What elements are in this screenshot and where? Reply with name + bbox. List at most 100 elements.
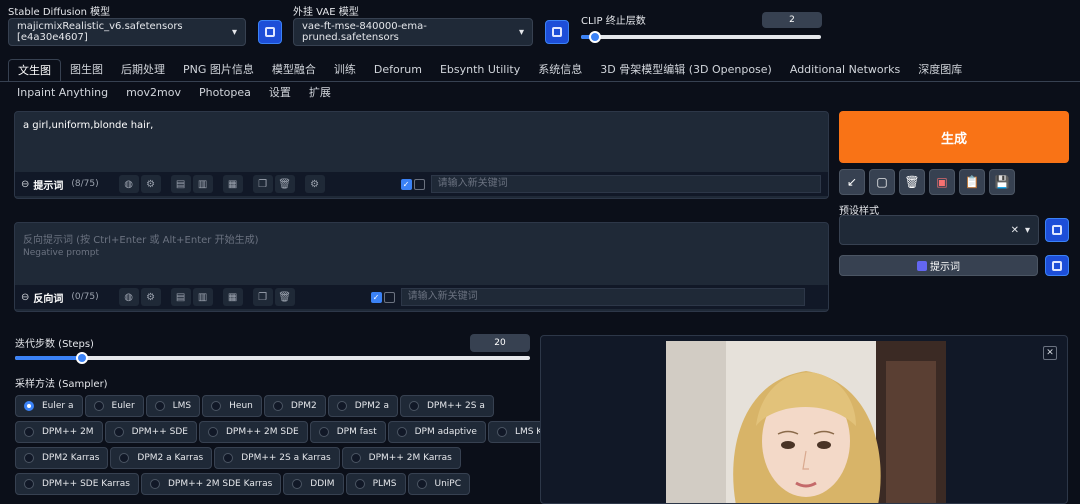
sampler-option[interactable]: DPM2 a — [327, 395, 398, 417]
tab-0[interactable]: 文生图 — [8, 59, 61, 81]
sampler-option[interactable]: DPM++ 2M SDE Karras — [140, 473, 282, 495]
export-icon[interactable]: ▥ — [192, 175, 213, 193]
sampler-option[interactable]: DPM fast — [309, 421, 386, 443]
tab-7[interactable]: Ebsynth Utility — [431, 59, 529, 81]
sampler-option[interactable]: DPM++ 2S a Karras — [214, 447, 340, 469]
sampler-option[interactable]: DPM++ 2M Karras — [341, 447, 461, 469]
refresh-vae-button[interactable] — [545, 20, 569, 44]
tab-8[interactable]: 系统信息 — [529, 59, 591, 81]
tab-11[interactable]: 深度图库 — [909, 59, 971, 81]
collapse-icon[interactable]: ⊖ — [21, 179, 29, 190]
gear-icon[interactable]: ⚙ — [140, 175, 161, 193]
tab-4[interactable]: 模型融合 — [263, 59, 325, 81]
clip-slider[interactable] — [581, 31, 821, 43]
grid-icon[interactable]: ▦ — [222, 288, 243, 306]
sampler-option[interactable]: DPM++ 2S a — [399, 395, 494, 417]
clip-slider-track[interactable] — [581, 31, 821, 43]
trash-icon[interactable]: 🗑 — [899, 169, 925, 195]
refresh-styles-button[interactable] — [1045, 218, 1069, 242]
refresh-prompt-button[interactable] — [1045, 255, 1069, 276]
clip-slider-knob[interactable] — [589, 31, 602, 43]
tab-extra-4[interactable]: 扩展 — [300, 82, 340, 104]
clip-value-input[interactable]: 2 — [762, 12, 822, 28]
tab-10[interactable]: Additional Networks — [781, 59, 909, 81]
prompt-textarea[interactable]: a girl,uniform,blonde hair, — [15, 112, 828, 172]
collapse-icon[interactable]: ⊖ — [21, 292, 29, 303]
sampler-option[interactable]: DPM2 — [263, 395, 326, 417]
clipboard-icon[interactable]: 📋 — [959, 169, 985, 195]
sampler-option[interactable]: LMS — [145, 395, 201, 417]
export-icon[interactable]: ▥ — [192, 288, 213, 306]
sampler-option[interactable]: Euler a — [15, 395, 83, 417]
tab-1[interactable]: 图生图 — [61, 59, 112, 81]
close-icon[interactable]: ✕ — [1043, 346, 1057, 360]
picture-icon[interactable]: ▣ — [929, 169, 955, 195]
sampler-option-label: DPM++ SDE Karras — [42, 479, 130, 489]
tab-6[interactable]: Deforum — [365, 59, 431, 81]
sampler-option[interactable]: Heun — [202, 395, 262, 417]
styles-select[interactable]: ✕ ▾ — [839, 215, 1039, 245]
tab-extra-0[interactable]: Inpaint Anything — [8, 82, 117, 104]
tab-3[interactable]: PNG 图片信息 — [174, 59, 263, 81]
model-select[interactable]: majicmixRealistic_v6.safetensors [e4a30e… — [8, 18, 246, 46]
prompt-keyword-input[interactable]: 请输入新关键词 — [430, 175, 821, 193]
sampler-option[interactable]: DPM2 Karras — [15, 447, 109, 469]
radio-icon — [496, 427, 507, 437]
sparkle-icon — [917, 260, 927, 271]
tab-extra-2[interactable]: Photopea — [190, 82, 260, 104]
page-icon[interactable]: ▢ — [869, 169, 895, 195]
output-gallery: ✕ — [540, 335, 1068, 504]
sampler-option[interactable]: DDIM — [283, 473, 344, 495]
checkbox-icon[interactable]: ✓ — [370, 291, 382, 303]
settings-icon[interactable]: ⚙ — [304, 175, 325, 193]
tab-9[interactable]: 3D 骨架模型编辑 (3D Openpose) — [591, 59, 781, 81]
sampler-option-label: DPM++ 2M — [42, 427, 94, 437]
vae-select[interactable]: vae-ft-mse-840000-ema-pruned.safetensors… — [293, 18, 533, 46]
sampler-option[interactable]: DPM2 a Karras — [110, 447, 213, 469]
checkbox-empty-icon[interactable] — [413, 178, 425, 190]
refresh-model-button[interactable] — [258, 20, 282, 44]
checkbox-empty-icon[interactable] — [383, 291, 395, 303]
negative-prompt-textarea[interactable]: 反向提示词 (按 Ctrl+Enter 或 Alt+Enter 开始生成) Ne… — [15, 223, 828, 285]
trash-icon[interactable]: 🗑 — [274, 175, 295, 193]
globe-icon[interactable]: ◍ — [118, 175, 139, 193]
sampler-option[interactable]: DPM++ SDE — [104, 421, 197, 443]
trash-icon[interactable]: 🗑 — [274, 288, 295, 306]
gear-icon[interactable]: ⚙ — [140, 288, 161, 306]
import-icon[interactable]: ▤ — [170, 175, 191, 193]
tab-5[interactable]: 训练 — [325, 59, 365, 81]
steps-slider-track[interactable] — [15, 352, 530, 364]
sampler-option[interactable]: DPM++ 2M SDE — [198, 421, 308, 443]
sampler-option[interactable]: PLMS — [345, 473, 406, 495]
sampler-option[interactable]: UniPC — [407, 473, 471, 495]
sampler-option[interactable]: Euler — [84, 395, 144, 417]
tab-extra-3[interactable]: 设置 — [260, 82, 300, 104]
save-style-icon[interactable]: 💾 — [989, 169, 1015, 195]
chevron-down-icon: ▾ — [518, 26, 524, 38]
prompt-helper-button[interactable]: 提示词 — [839, 255, 1038, 276]
tab-extra-1[interactable]: mov2mov — [117, 82, 190, 104]
copy-icon[interactable]: ❐ — [252, 175, 273, 193]
import-icon[interactable]: ▤ — [170, 288, 191, 306]
sampler-option[interactable]: DPM++ SDE Karras — [15, 473, 139, 495]
read-params-icon[interactable]: ↙ — [839, 169, 865, 195]
checkbox-icon[interactable]: ✓ — [400, 178, 412, 190]
sampler-option[interactable]: DPM++ 2M — [15, 421, 103, 443]
sampler-option[interactable]: DPM adaptive — [387, 421, 486, 443]
grid-icon[interactable]: ▦ — [222, 175, 243, 193]
sampler-row: DPM2 Karras DPM2 a Karras DPM++ 2S a Karra… — [15, 447, 540, 473]
tab-2[interactable]: 后期处理 — [112, 59, 174, 81]
model-label: Stable Diffusion 模型 — [8, 7, 111, 18]
generate-button[interactable]: 生成 — [839, 111, 1069, 163]
steps-value-input[interactable]: 20 — [470, 334, 530, 352]
steps-slider[interactable] — [15, 352, 530, 364]
generated-image[interactable] — [666, 341, 946, 504]
steps-slider-knob[interactable] — [75, 352, 88, 364]
globe-icon[interactable]: ◍ — [118, 288, 139, 306]
copy-icon[interactable]: ❐ — [252, 288, 273, 306]
negative-keyword-input[interactable]: 请输入新关键词 — [400, 288, 805, 306]
clear-icon[interactable]: ✕ — [1011, 225, 1019, 236]
refresh-icon — [1052, 260, 1062, 271]
prompt-label: 提示词 — [33, 180, 64, 192]
sampler-option-label: UniPC — [434, 479, 462, 489]
